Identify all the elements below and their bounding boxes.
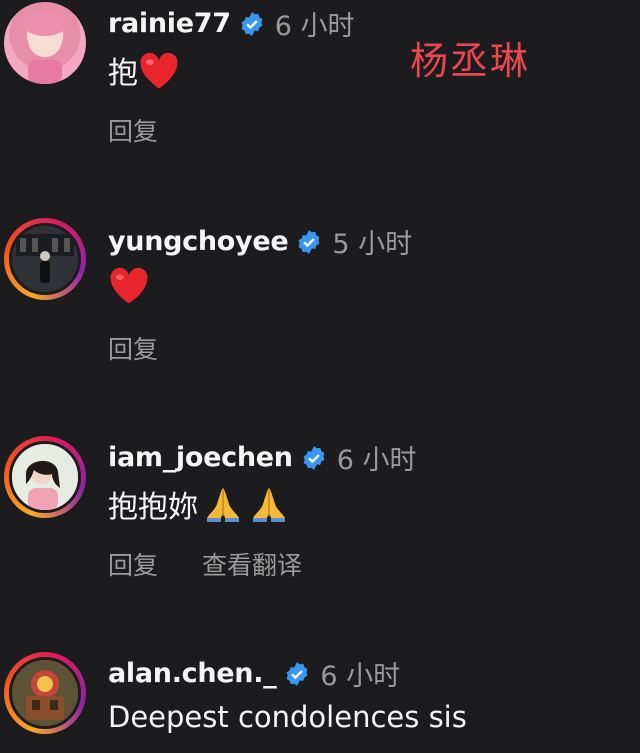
timestamp: 6 小时 (274, 11, 355, 42)
folded-hands-icon (253, 488, 285, 522)
verified-badge-icon (298, 229, 320, 254)
avatar[interactable] (4, 218, 86, 300)
watermark-text: 杨丞琳 (410, 39, 531, 83)
verified-badge-icon (286, 661, 308, 686)
username[interactable]: yungchoyee (108, 226, 289, 257)
username[interactable]: alan.chen._ (108, 658, 277, 689)
username[interactable]: rainie77 (108, 8, 231, 39)
red-heart-icon (140, 52, 178, 89)
folded-hands-icon (207, 488, 239, 522)
comment-text: Deepest condolences sis (108, 700, 467, 734)
username[interactable]: iam_joechen (108, 442, 293, 473)
avatar[interactable] (4, 652, 86, 734)
timestamp: 6 小时 (336, 445, 417, 476)
see-translation-button[interactable]: 查看翻译 (202, 546, 302, 582)
verified-badge-icon (241, 11, 263, 36)
comment-text: 抱 (108, 56, 138, 91)
timestamp: 5 小时 (332, 229, 413, 260)
avatar[interactable] (4, 436, 86, 518)
reply-button[interactable]: 回复 (108, 330, 158, 366)
timestamp: 6 小时 (320, 661, 401, 692)
comment-text: 抱抱妳 (108, 490, 198, 525)
verified-badge-icon (303, 445, 325, 470)
reply-button[interactable]: 回复 (108, 546, 158, 582)
reply-button[interactable]: 回复 (108, 112, 158, 148)
red-heart-icon (110, 267, 148, 304)
avatar[interactable] (4, 2, 86, 84)
